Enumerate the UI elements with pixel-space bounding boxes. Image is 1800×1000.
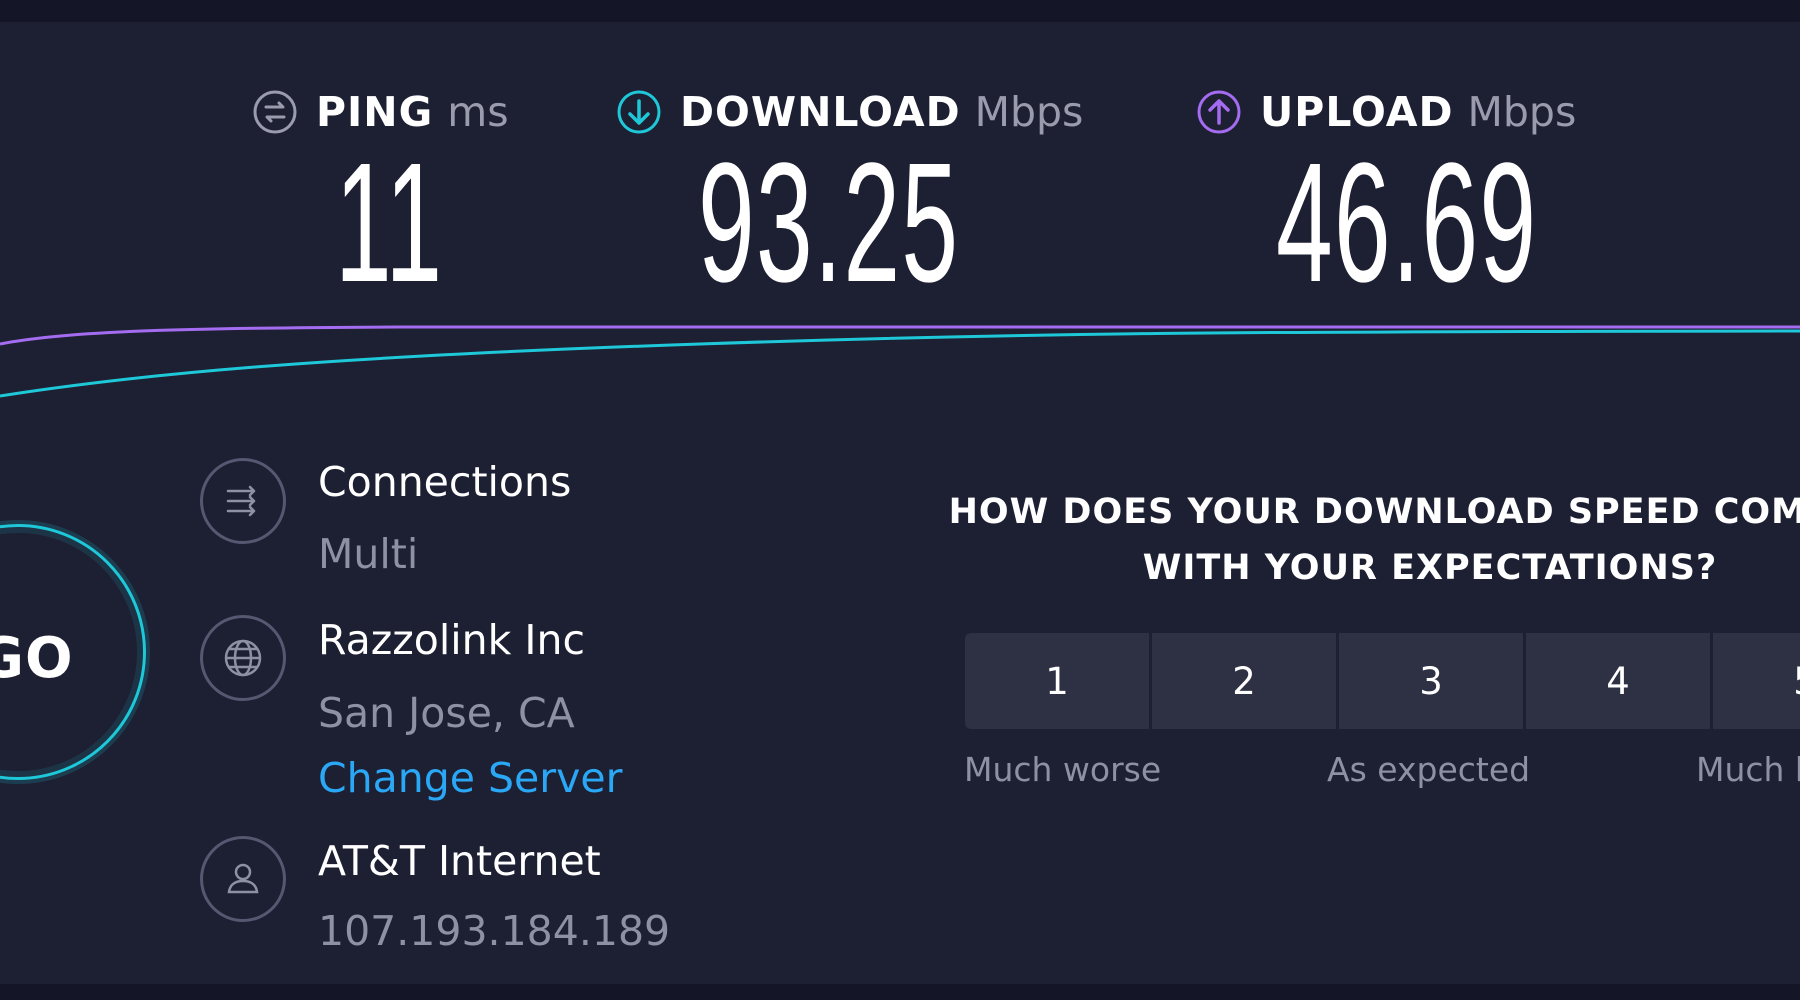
download-graph-line: [0, 329, 1800, 398]
survey-question-line2: WITH YOUR EXPECTATIONS?: [1142, 548, 1718, 588]
provider-name: AT&T Internet: [318, 837, 601, 885]
rating-button-3[interactable]: 3: [1339, 633, 1523, 729]
rating-button-2[interactable]: 2: [1152, 633, 1336, 729]
connections-title: Connections: [318, 458, 572, 506]
download-value: 93.25: [698, 128, 960, 318]
rating-button-4[interactable]: 4: [1526, 633, 1710, 729]
speedtest-panel: PING ms 11 DOWNLOAD Mbps 93.25 UPLOAD Mb…: [0, 22, 1800, 984]
survey-question-line1: HOW DOES YOUR DOWNLOAD SPEED COMPARE: [948, 492, 1800, 532]
provider-icon-circle: [200, 836, 286, 922]
rating-button-5[interactable]: 5: [1713, 633, 1800, 729]
upload-arrow-icon: [1197, 90, 1241, 134]
upload-value: 46.69: [1276, 128, 1538, 318]
server-name: Razzolink Inc: [318, 616, 586, 664]
go-label[interactable]: GO: [0, 626, 74, 691]
server-icon-circle: [200, 615, 286, 701]
download-arrow-icon: [617, 90, 661, 134]
speed-graph: [0, 325, 1800, 398]
bottom-bar: [0, 984, 1800, 1000]
globe-icon: [224, 639, 262, 677]
survey-question: HOW DOES YOUR DOWNLOAD SPEED COMPARE WIT…: [940, 484, 1800, 596]
server-location: San Jose, CA: [318, 689, 575, 737]
scale-label-low: Much worse: [964, 750, 1162, 789]
rating-button-1[interactable]: 1: [965, 633, 1149, 729]
ping-icon: [253, 90, 297, 134]
rating-buttons: 1 2 3 4 5: [965, 633, 1800, 729]
scale-label-high: Much better: [1696, 750, 1800, 789]
upload-graph-line: [0, 325, 1800, 346]
download-unit: Mbps: [974, 88, 1084, 136]
connections-arrows-icon: [226, 485, 256, 517]
user-icon: [227, 863, 259, 894]
provider-ip: 107.193.184.189: [318, 907, 671, 955]
connections-icon-circle[interactable]: [200, 458, 286, 544]
connections-value: Multi: [318, 530, 419, 578]
scale-label-mid: As expected: [1327, 750, 1531, 789]
change-server-link[interactable]: Change Server: [318, 754, 622, 802]
ping-value: 11: [335, 128, 444, 318]
ping-unit: ms: [447, 88, 509, 136]
